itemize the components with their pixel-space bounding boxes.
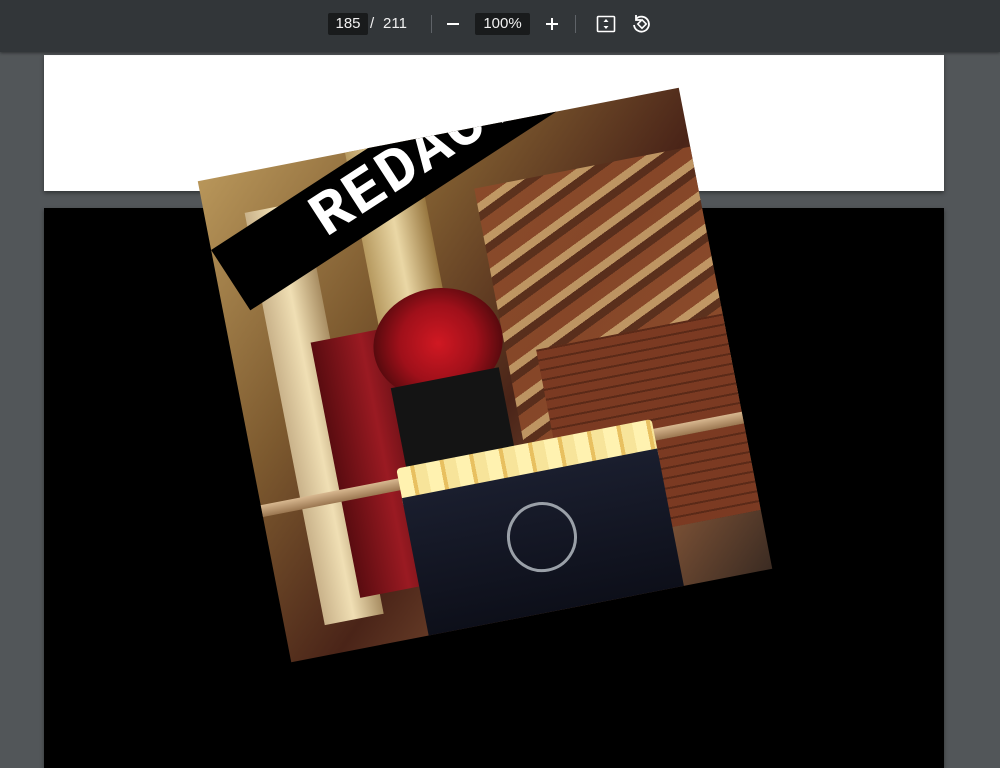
total-pages: 211 <box>383 15 407 32</box>
zoom-out-button[interactable] <box>441 12 465 36</box>
toolbar-divider <box>431 15 432 33</box>
redacted-photo: REDACTED <box>197 87 773 663</box>
minus-icon <box>447 23 459 25</box>
page-separator: / <box>370 15 375 32</box>
page-number-input[interactable]: 185 <box>328 13 368 35</box>
plus-icon <box>546 18 558 30</box>
rotate-button[interactable] <box>629 12 653 36</box>
fit-to-page-button[interactable] <box>594 12 618 36</box>
zoom-in-button[interactable] <box>540 12 564 36</box>
zoom-level-input[interactable]: 100% <box>475 13 530 35</box>
toolbar-divider <box>575 15 576 33</box>
pdf-toolbar: 185 / 211 100% <box>0 0 1000 52</box>
rotate-icon <box>633 15 650 33</box>
fit-to-page-icon <box>596 15 616 33</box>
